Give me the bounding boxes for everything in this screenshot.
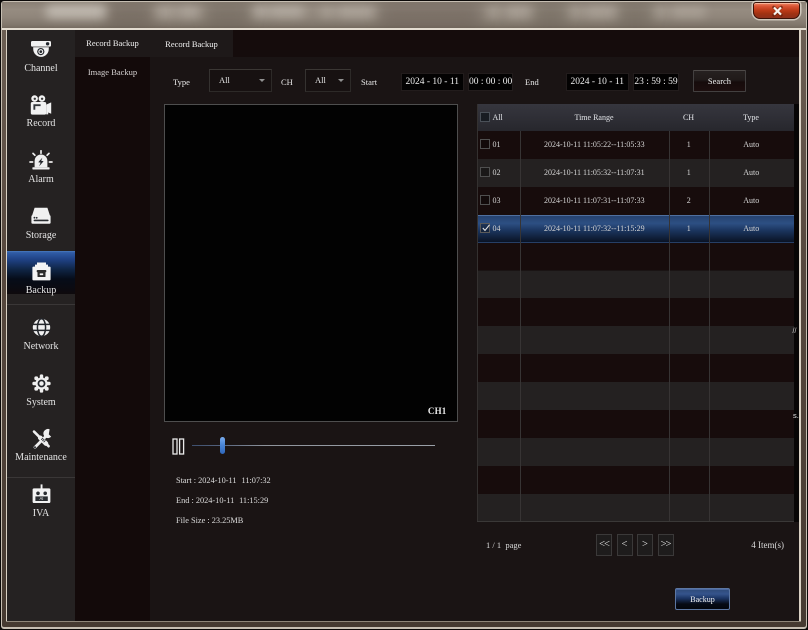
svg-text:AI: AI	[40, 496, 44, 501]
